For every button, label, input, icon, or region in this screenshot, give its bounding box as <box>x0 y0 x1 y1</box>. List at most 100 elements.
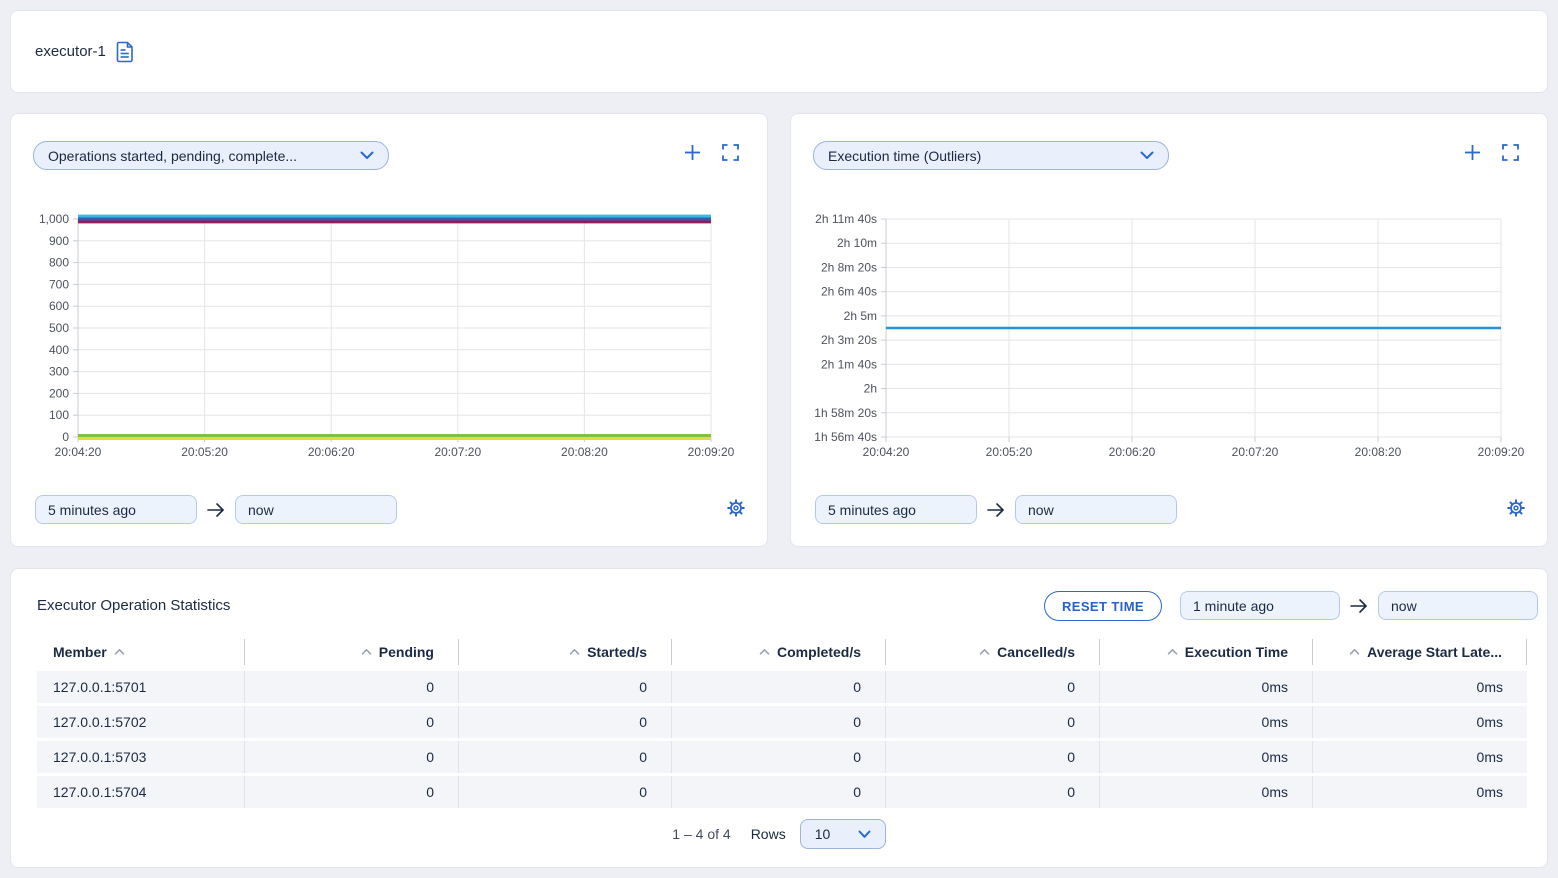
stats-title: Executor Operation Statistics <box>37 597 230 614</box>
rows-per-page-value: 10 <box>815 826 831 842</box>
table-cell: 0ms <box>1100 671 1313 703</box>
metric-selector-dropdown[interactable]: Operations started, pending, complete... <box>33 141 389 170</box>
svg-text:1,000: 1,000 <box>39 212 69 226</box>
svg-text:20:04:20: 20:04:20 <box>863 445 910 459</box>
table-body: 127.0.0.1:570100000ms0ms127.0.0.1:570200… <box>37 671 1527 811</box>
svg-text:400: 400 <box>49 343 69 357</box>
sort-caret-icon <box>114 648 125 656</box>
svg-text:20:07:20: 20:07:20 <box>1232 445 1279 459</box>
fullscreen-icon[interactable] <box>722 144 739 161</box>
table-cell: 0ms <box>1313 706 1527 738</box>
svg-text:100: 100 <box>49 408 69 422</box>
svg-text:20:06:20: 20:06:20 <box>308 445 355 459</box>
column-header-completed-s[interactable]: Completed/s <box>672 639 886 665</box>
column-header-label: Cancelled/s <box>997 644 1075 660</box>
column-header-average-start-late[interactable]: Average Start Late... <box>1313 639 1527 665</box>
sort-caret-icon <box>759 648 770 656</box>
table-cell: 0 <box>245 706 459 738</box>
time-from-input[interactable] <box>815 495 977 524</box>
column-header-execution-time[interactable]: Execution Time <box>1100 639 1313 665</box>
svg-text:2h 11m 40s: 2h 11m 40s <box>815 212 877 226</box>
reset-time-button[interactable]: RESET TIME <box>1044 591 1162 621</box>
svg-text:800: 800 <box>49 256 69 270</box>
table-cell: 0ms <box>1313 741 1527 773</box>
operations-line-chart: 01002003004005006007008009001,00020:04:2… <box>17 209 763 471</box>
table-header-row: Member Pending Started/s Completed/s Cancell… <box>37 639 1527 665</box>
svg-text:20:04:20: 20:04:20 <box>55 445 102 459</box>
column-header-label: Started/s <box>587 644 647 660</box>
column-header-label: Average Start Late... <box>1367 644 1502 660</box>
column-header-label: Member <box>53 644 107 660</box>
svg-text:2h 3m 20s: 2h 3m 20s <box>821 333 877 347</box>
fullscreen-icon[interactable] <box>1502 144 1519 161</box>
table-cell: 0 <box>459 776 672 808</box>
table-cell: 0 <box>886 706 1100 738</box>
metric-selector-dropdown[interactable]: Execution time (Outliers) <box>813 141 1169 170</box>
table-cell: 0 <box>886 741 1100 773</box>
chart-settings-gear-icon[interactable] <box>727 499 745 522</box>
table-cell: 0 <box>672 671 886 703</box>
add-chart-icon[interactable] <box>1464 144 1481 161</box>
column-header-cancelled-s[interactable]: Cancelled/s <box>886 639 1100 665</box>
page-title: executor-1 <box>35 43 106 60</box>
svg-text:2h 8m 20s: 2h 8m 20s <box>821 260 877 274</box>
table-cell: 0 <box>459 706 672 738</box>
chevron-down-icon <box>360 151 374 160</box>
column-header-member[interactable]: Member <box>37 639 245 665</box>
table-cell: 0 <box>245 741 459 773</box>
chevron-down-icon <box>858 830 871 839</box>
metric-selector-value: Execution time (Outliers) <box>828 148 981 164</box>
table-cell: 0ms <box>1100 706 1313 738</box>
pagination-range-label: 1 – 4 of 4 <box>672 826 730 842</box>
svg-text:20:09:20: 20:09:20 <box>688 445 735 459</box>
document-icon <box>116 41 135 63</box>
table-row: 127.0.0.1:570400000ms0ms <box>37 776 1527 808</box>
svg-text:200: 200 <box>49 386 69 400</box>
arrow-right-icon <box>1349 598 1369 614</box>
executor-title-card: executor-1 <box>10 10 1548 93</box>
column-header-pending[interactable]: Pending <box>245 639 459 665</box>
table-cell: 0 <box>886 671 1100 703</box>
table-cell: 0 <box>886 776 1100 808</box>
table-row: 127.0.0.1:570100000ms0ms <box>37 671 1527 703</box>
table-row: 127.0.0.1:570200000ms0ms <box>37 706 1527 738</box>
table-cell: 0 <box>459 741 672 773</box>
table-cell: 127.0.0.1:5703 <box>37 741 245 773</box>
svg-text:20:05:20: 20:05:20 <box>986 445 1033 459</box>
sort-caret-icon <box>1349 648 1360 656</box>
sort-caret-icon <box>979 648 990 656</box>
svg-text:1h 56m 40s: 1h 56m 40s <box>814 430 877 444</box>
column-header-label: Execution Time <box>1185 644 1288 660</box>
time-to-input[interactable] <box>235 495 397 524</box>
add-chart-icon[interactable] <box>684 144 701 161</box>
svg-text:0: 0 <box>62 430 69 444</box>
table-cell: 0 <box>672 706 886 738</box>
svg-text:20:05:20: 20:05:20 <box>181 445 228 459</box>
table-cell: 127.0.0.1:5704 <box>37 776 245 808</box>
chevron-down-icon <box>1140 151 1154 160</box>
sort-caret-icon <box>1167 648 1178 656</box>
table-cell: 0ms <box>1100 741 1313 773</box>
table-row: 127.0.0.1:570300000ms0ms <box>37 741 1527 773</box>
svg-text:20:06:20: 20:06:20 <box>1109 445 1156 459</box>
table-cell: 0ms <box>1313 671 1527 703</box>
svg-text:700: 700 <box>49 277 69 291</box>
svg-text:20:08:20: 20:08:20 <box>1355 445 1402 459</box>
time-to-input[interactable] <box>1015 495 1177 524</box>
table-cell: 0 <box>672 741 886 773</box>
arrow-right-icon <box>206 502 226 518</box>
sort-caret-icon <box>569 648 580 656</box>
stats-time-from-input[interactable] <box>1180 591 1340 620</box>
time-from-input[interactable] <box>35 495 197 524</box>
column-header-label: Pending <box>379 644 434 660</box>
column-header-started-s[interactable]: Started/s <box>459 639 672 665</box>
table-cell: 0 <box>245 671 459 703</box>
chart-settings-gear-icon[interactable] <box>1507 499 1525 522</box>
svg-text:2h 1m 40s: 2h 1m 40s <box>821 357 877 371</box>
stats-time-to-input[interactable] <box>1378 591 1538 620</box>
table-cell: 0 <box>245 776 459 808</box>
execution-time-chart-card: Execution time (Outliers) 1h 56m 40s1h 5… <box>790 113 1548 547</box>
rows-per-page-select[interactable]: 10 <box>800 819 886 849</box>
table-cell: 0ms <box>1100 776 1313 808</box>
svg-text:2h 6m 40s: 2h 6m 40s <box>821 285 877 299</box>
